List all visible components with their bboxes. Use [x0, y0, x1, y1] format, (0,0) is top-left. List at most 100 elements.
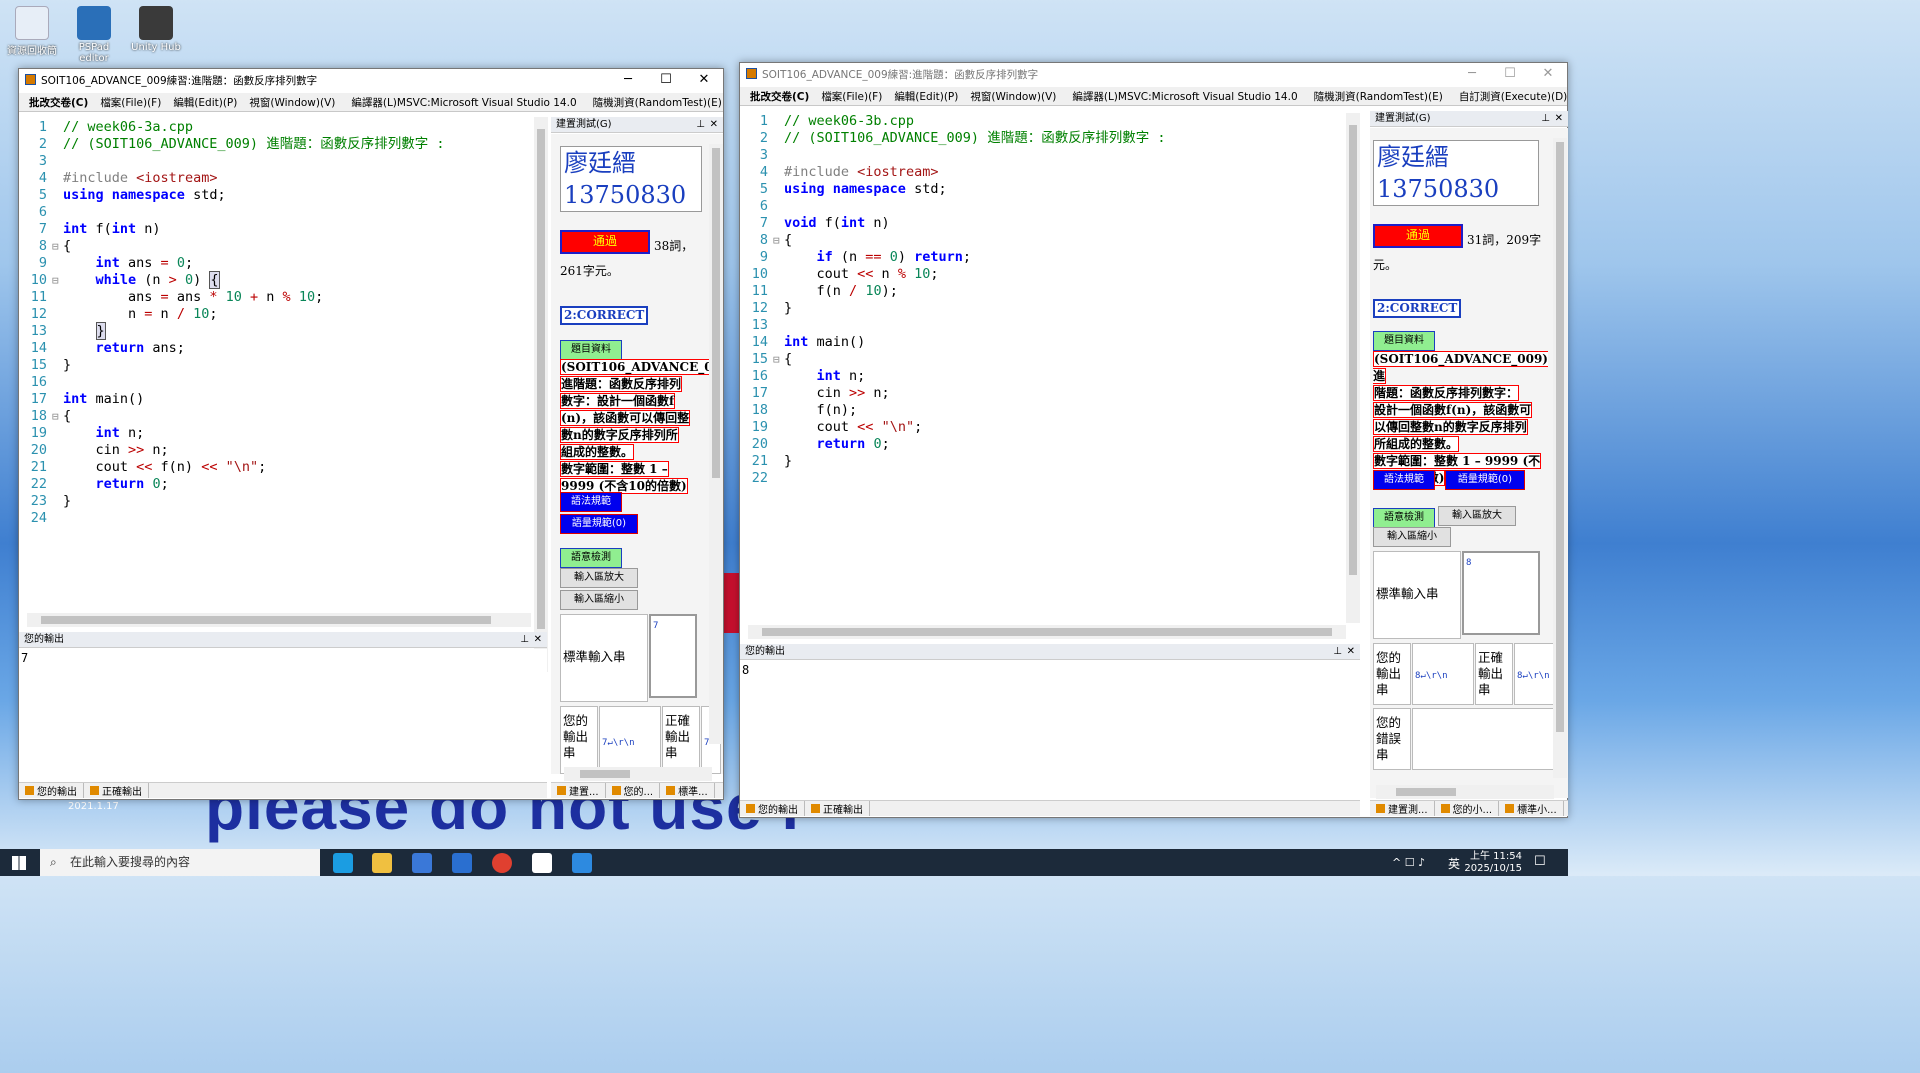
- metric-rules-button[interactable]: 語量規範(0): [1445, 470, 1525, 490]
- left-code-editor[interactable]: 1 // week06-3a.cpp 2 // (SOIT106_ADVANCE_00…: [21, 119, 533, 679]
- tab-build-test[interactable]: 建置測...: [1370, 801, 1435, 816]
- close-icon[interactable]: ✕: [685, 69, 723, 91]
- test-panel-hscrollbar[interactable]: [564, 767, 712, 781]
- close-icon[interactable]: ✕: [1529, 63, 1567, 85]
- close-icon[interactable]: ✕: [1347, 644, 1355, 660]
- edge-icon[interactable]: [333, 853, 353, 873]
- right-title-bar[interactable]: SOIT106_ADVANCE_009練習:進階題：函數反序排列數字 ─ ☐ ✕: [740, 63, 1567, 85]
- semantic-check-button[interactable]: 語意檢測: [1373, 508, 1435, 528]
- enlarge-input-button[interactable]: 輸入區放大: [1438, 506, 1516, 526]
- paint-app-icon[interactable]: [572, 853, 592, 873]
- menu-random-test[interactable]: 隨機測資(RandomTest)(E): [1308, 89, 1449, 104]
- tab-standard[interactable]: 標準...: [660, 783, 715, 798]
- problem-text-line: 數n的數字反序排列所: [560, 427, 679, 443]
- tray-icons[interactable]: ^ ☐ ♪: [1392, 856, 1425, 869]
- fold-toggle-icon[interactable]: ⊟: [52, 272, 62, 289]
- left-title-bar[interactable]: SOIT106_ADVANCE_009練習:進階題：函數反序排列數字 ─ ☐ ✕: [19, 69, 723, 91]
- pspad-icon[interactable]: PSPad editor: [64, 6, 124, 64]
- fold-toggle-icon[interactable]: ⊟: [773, 232, 783, 249]
- problem-text-line: 數字範圍：整數 1 –: [560, 461, 669, 477]
- fold-toggle-icon[interactable]: ⊟: [52, 238, 62, 255]
- windows-start-icon[interactable]: [12, 856, 26, 870]
- pin-icon[interactable]: ⊥: [1541, 111, 1550, 127]
- editor-horizontal-scrollbar[interactable]: [27, 613, 531, 627]
- line-number: 17: [30, 391, 47, 407]
- tab-your[interactable]: 您的...: [606, 783, 661, 798]
- shrink-input-button[interactable]: 輸入區縮小: [1373, 527, 1451, 547]
- right-editor-window[interactable]: SOIT106_ADVANCE_009練習:進階題：函數反序排列數字 ─ ☐ ✕ 批…: [739, 62, 1568, 818]
- file-explorer-icon[interactable]: [372, 853, 392, 873]
- close-icon[interactable]: ✕: [1555, 111, 1563, 127]
- menu-edit[interactable]: 編輯(Edit)(P): [167, 95, 243, 110]
- close-icon[interactable]: ✕: [710, 117, 718, 133]
- line-number: 1: [759, 113, 768, 129]
- editor-vertical-scrollbar[interactable]: [534, 117, 548, 672]
- menu-file[interactable]: 檔案(File)(F): [815, 89, 888, 104]
- menu-window[interactable]: 視窗(Window)(V): [243, 95, 341, 110]
- fold-toggle-icon[interactable]: ⊟: [773, 351, 783, 368]
- taskbar-clock[interactable]: 上午 11:54 2025/10/15: [1464, 851, 1522, 875]
- line-number: 12: [30, 306, 47, 322]
- test-panel-scrollbar[interactable]: [1553, 138, 1567, 778]
- tab-build-test[interactable]: 建置...: [551, 783, 606, 798]
- pin-icon[interactable]: ⊥: [696, 117, 705, 133]
- test-panel-hscrollbar[interactable]: [1376, 785, 1554, 799]
- correct-output-value: 8↵\r\n: [1514, 643, 1558, 705]
- std-input-field[interactable]: 8: [1462, 551, 1540, 635]
- taskbar-search-box[interactable]: ⌕ 在此輸入要搜尋的內容: [40, 849, 320, 876]
- line-number: 15: [30, 357, 47, 373]
- unity-hub-icon[interactable]: Unity Hub: [126, 6, 186, 53]
- problem-info-button[interactable]: 題目資料: [1373, 331, 1435, 351]
- editor-vertical-scrollbar[interactable]: [1346, 113, 1360, 623]
- syntax-rules-button[interactable]: 語法規範: [1373, 470, 1435, 490]
- tab-correct-output[interactable]: 正確輸出: [805, 801, 870, 816]
- menu-compiler[interactable]: 編譯器(L)MSVC:Microsoft Visual Studio 14.0: [1066, 89, 1303, 104]
- fold-toggle-icon[interactable]: ⊟: [52, 408, 62, 425]
- close-icon[interactable]: ✕: [534, 632, 542, 648]
- output-area[interactable]: 7: [19, 649, 547, 779]
- menu-random-test[interactable]: 隨機測資(RandomTest)(E): [587, 95, 723, 110]
- menu-file[interactable]: 檔案(File)(F): [94, 95, 167, 110]
- tab-icon: [1440, 804, 1450, 813]
- enlarge-input-button[interactable]: 輸入區放大: [560, 568, 638, 588]
- output-area[interactable]: 8: [740, 661, 1360, 797]
- menu-submit[interactable]: 批改交卷(C): [23, 95, 94, 110]
- test-panel-scrollbar[interactable]: [709, 144, 723, 744]
- menu-custom-test[interactable]: 自訂測資(Execute)(D): [1453, 89, 1567, 104]
- terminal-app-icon[interactable]: [532, 853, 552, 873]
- maximize-icon[interactable]: ☐: [647, 69, 685, 91]
- left-editor-window[interactable]: SOIT106_ADVANCE_009練習:進階題：函數反序排列數字 ─ ☐ ✕ 批…: [18, 68, 724, 800]
- std-input-field[interactable]: 7: [649, 614, 697, 698]
- minimize-icon[interactable]: ─: [1453, 63, 1491, 85]
- notification-icon[interactable]: ☐: [1534, 854, 1546, 869]
- tab-your-output[interactable]: 您的輸出: [740, 801, 805, 816]
- minimize-icon[interactable]: ─: [609, 69, 647, 91]
- right-code-editor[interactable]: 1 // week06-3b.cpp 2 // (SOIT106_ADVANCE_00…: [742, 113, 1346, 623]
- problem-text-line: (n)，該函數可以傳回整: [560, 410, 691, 426]
- pin-icon[interactable]: ⊥: [520, 632, 529, 648]
- menu-window[interactable]: 視窗(Window)(V): [964, 89, 1062, 104]
- mail-icon[interactable]: [452, 853, 472, 873]
- pin-icon[interactable]: ⊥: [1333, 644, 1342, 660]
- editor-horizontal-scrollbar[interactable]: [748, 625, 1346, 639]
- ime-indicator[interactable]: 英: [1448, 855, 1460, 872]
- metric-rules-button[interactable]: 語量規範(0): [560, 514, 638, 534]
- recycle-bin-icon[interactable]: 資源回收筒: [2, 6, 62, 57]
- store-icon[interactable]: [412, 853, 432, 873]
- shrink-input-button[interactable]: 輸入區縮小: [560, 590, 638, 610]
- line-number: 10: [751, 266, 768, 282]
- tab-standard[interactable]: 標準小...: [1499, 801, 1564, 816]
- menu-edit[interactable]: 編輯(Edit)(P): [888, 89, 964, 104]
- maximize-icon[interactable]: ☐: [1491, 63, 1529, 85]
- left-menu-bar: 批改交卷(C) 檔案(File)(F) 編輯(Edit)(P) 視窗(Windo…: [19, 93, 723, 112]
- tab-correct-output[interactable]: 正確輸出: [84, 783, 149, 798]
- chrome-icon[interactable]: [492, 853, 512, 873]
- menu-compiler[interactable]: 編譯器(L)MSVC:Microsoft Visual Studio 14.0: [345, 95, 582, 110]
- semantic-check-button[interactable]: 語意檢測: [560, 548, 622, 568]
- tab-your[interactable]: 您的小...: [1435, 801, 1500, 816]
- problem-info-button[interactable]: 題目資料: [560, 340, 622, 360]
- menu-submit[interactable]: 批改交卷(C): [744, 89, 815, 104]
- code-text: }: [95, 322, 106, 340]
- tab-your-output[interactable]: 您的輸出: [19, 783, 84, 798]
- syntax-rules-button[interactable]: 語法規範: [560, 492, 622, 512]
